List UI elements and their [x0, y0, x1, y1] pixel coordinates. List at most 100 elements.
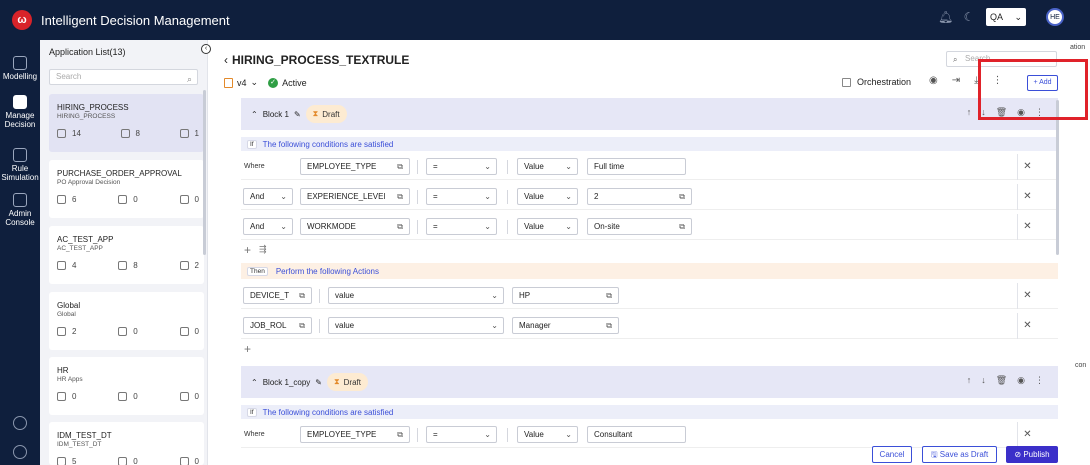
import-icon[interactable]: ⇥	[952, 75, 960, 86]
action-field-select[interactable]: JOB_ROL ⧉	[243, 317, 312, 334]
app-search-input[interactable]: Search ⌕	[49, 69, 198, 85]
status-badge: Active	[282, 77, 307, 88]
copy-icon[interactable]: ⧉	[299, 288, 305, 303]
value-input[interactable]: 2 ⧉	[587, 188, 692, 205]
app-card-hiring-process[interactable]: HIRING_PROCESS HIRING_PROCESS 14 8 1	[49, 94, 204, 152]
add-condition-icon[interactable]: +	[244, 243, 251, 257]
delete-icon[interactable]: 🗑︎	[996, 375, 1007, 386]
value-input[interactable]: On-site ⧉	[587, 218, 692, 235]
publish-icon: ⊘	[1014, 450, 1024, 459]
moon-icon[interactable]: ☾	[962, 10, 976, 24]
divider	[417, 190, 418, 204]
rule-icon	[57, 457, 66, 465]
block-header[interactable]: ⌃ Block 1_copy ✎ ⧗ Draft ↑ ↓ 🗑︎ ◉ ⋮	[241, 366, 1058, 398]
version-status: v4 ⌄ ✓ Active	[224, 77, 307, 88]
nav-item-modelling[interactable]: Modelling	[0, 56, 40, 81]
operator-select[interactable]: = ⌄	[426, 188, 497, 205]
bell-icon[interactable]: 🔔︎	[938, 10, 953, 24]
orchestration-toggle[interactable]: Orchestration	[842, 77, 911, 87]
app-subtitle: HR Apps	[57, 376, 83, 383]
action-field-select[interactable]: DEVICE_T ⧉	[243, 287, 312, 304]
add-action-icon[interactable]: +	[244, 342, 251, 356]
publish-button[interactable]: ⊘ Publish	[1006, 446, 1058, 463]
copy-icon[interactable]: ⧉	[679, 219, 685, 234]
edit-icon[interactable]: ✎	[294, 110, 301, 119]
copy-icon[interactable]: ⧉	[397, 219, 403, 234]
type-select[interactable]: Value ⌄	[517, 218, 578, 235]
model-icon	[179, 261, 189, 270]
app-list-scrollbar[interactable]	[203, 90, 206, 255]
close-icon[interactable]: ✕	[1017, 422, 1037, 448]
copy-icon[interactable]: ⧉	[397, 427, 403, 442]
help-icon[interactable]	[13, 445, 27, 459]
type-value: value	[335, 321, 355, 330]
canvas-scrollbar[interactable]	[1056, 100, 1059, 255]
chevron-up-icon[interactable]: ⌃	[251, 110, 258, 119]
close-icon[interactable]: ✕	[1017, 184, 1037, 210]
type-select[interactable]: Value ⌄	[517, 426, 578, 443]
operator-select[interactable]: = ⌄	[426, 218, 497, 235]
copy-icon[interactable]: ⧉	[606, 288, 612, 303]
app-card-purchase-order[interactable]: PURCHASE_ORDER_APPROVAL PO Approval Deci…	[49, 160, 204, 218]
action-value-input[interactable]: HP ⧉	[512, 287, 619, 304]
avatar[interactable]: HE	[1046, 8, 1064, 26]
app-card-global[interactable]: Global Global 2 0 0	[49, 292, 204, 350]
nav-item-rule-simulation[interactable]: Rule Simulation	[0, 148, 40, 182]
eye-icon[interactable]: ◉	[929, 75, 938, 86]
app-card-hr[interactable]: HR HR Apps 0 0 0	[49, 357, 204, 415]
orchestration-checkbox[interactable]	[842, 77, 851, 87]
edit-icon[interactable]: ✎	[315, 378, 322, 387]
field-select[interactable]: WORKMODE ⧉	[300, 218, 410, 235]
field-select[interactable]: EXPERIENCE_LEVEl ⧉	[300, 188, 410, 205]
version-select[interactable]: v4	[237, 78, 247, 88]
back-icon[interactable]: ‹	[224, 53, 228, 67]
nav-item-admin-console[interactable]: Admin Console	[0, 193, 40, 227]
block-name: Block 1_copy	[262, 377, 311, 387]
connector-value: And	[250, 192, 265, 201]
app-card-ac-test-app[interactable]: AC_TEST_APP AC_TEST_APP 4 8 2	[49, 226, 204, 284]
value-input[interactable]: Consultant	[587, 426, 686, 443]
cancel-button[interactable]: Cancel	[872, 446, 912, 463]
settings-icon[interactable]	[13, 416, 27, 430]
connector-select[interactable]: And ⌄	[243, 188, 293, 205]
type-select[interactable]: Value ⌄	[517, 188, 578, 205]
copy-icon[interactable]: ⧉	[606, 318, 612, 333]
action-value-input[interactable]: Manager ⧉	[512, 317, 619, 334]
collapse-panel-icon[interactable]: ‹	[201, 44, 211, 54]
close-icon[interactable]: ✕	[1017, 214, 1037, 240]
arrow-up-icon[interactable]: ↑	[967, 375, 972, 386]
copy-icon[interactable]: ⧉	[397, 159, 403, 174]
value-input[interactable]: Full time	[587, 158, 686, 175]
field-select[interactable]: EMPLOYEE_TYPE ⧉	[300, 158, 410, 175]
arrow-up-icon[interactable]: ↑	[967, 107, 972, 118]
close-icon[interactable]: ✕	[1017, 313, 1037, 339]
copy-icon[interactable]: ⧉	[679, 189, 685, 204]
operator-select[interactable]: = ⌄	[426, 426, 497, 443]
arrow-down-icon[interactable]: ↓	[981, 375, 986, 386]
group-condition-icon[interactable]: ⇶	[259, 244, 267, 255]
cube-icon	[13, 56, 27, 70]
action-type-select[interactable]: value ⌄	[328, 317, 504, 334]
connector-select[interactable]: And ⌄	[243, 218, 293, 235]
operator-select[interactable]: = ⌄	[426, 158, 497, 175]
block-header[interactable]: ⌃ Block 1 ✎ ⧗ Draft ↑ ↓ 🗑︎ ◉ ⋮	[241, 98, 1058, 130]
chevron-down-icon[interactable]: ⌄	[251, 77, 259, 88]
app-card-idm-test-dt[interactable]: IDM_TEST_DT IDM_TEST_DT 5 0 0	[49, 422, 204, 465]
value-text: Consultant	[594, 430, 633, 439]
copy-icon[interactable]: ⧉	[397, 189, 403, 204]
close-icon[interactable]: ✕	[1017, 154, 1037, 180]
field-select[interactable]: EMPLOYEE_TYPE ⧉	[300, 426, 410, 443]
rule-icon	[57, 195, 66, 204]
field-value: EMPLOYEE_TYPE	[307, 162, 377, 171]
chevron-up-icon[interactable]: ⌃	[251, 378, 258, 387]
save-draft-button[interactable]: 🖫︎ Save as Draft	[922, 446, 997, 463]
copy-icon[interactable]: ⧉	[299, 318, 305, 333]
action-type-select[interactable]: value ⌄	[328, 287, 504, 304]
eye-icon[interactable]: ◉	[1017, 375, 1025, 386]
more-icon[interactable]: ⋮	[1035, 375, 1044, 386]
close-icon[interactable]: ✕	[1017, 283, 1037, 309]
app-logo: ω	[12, 10, 32, 30]
type-select[interactable]: Value ⌄	[517, 158, 578, 175]
nav-item-manage-decision[interactable]: Manage Decision	[0, 95, 40, 129]
environment-select[interactable]: QA ⌄	[986, 8, 1026, 26]
